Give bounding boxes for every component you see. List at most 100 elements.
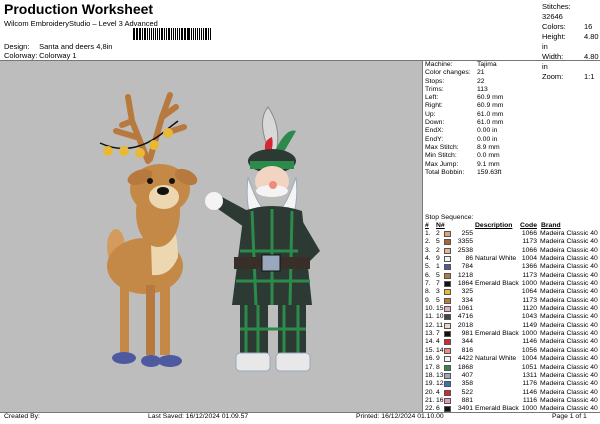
- info-label: Stops:: [425, 77, 445, 85]
- zoom-value: 1:1: [584, 72, 595, 81]
- stop-number: 20.: [425, 388, 435, 396]
- needle-number: 5: [436, 271, 440, 279]
- brand-code: 1004: [521, 255, 537, 263]
- stop-number: 2.: [425, 238, 431, 246]
- info-label: Max Jump:: [425, 160, 459, 168]
- info-row: Stops: 22: [425, 78, 503, 86]
- stop-row: 7. 7 1864 Emerald Black 1000 Madeira Classic …: [425, 280, 600, 288]
- thread-brand: Madeira Classic 40: [540, 288, 598, 296]
- needle-number: 14: [436, 346, 444, 354]
- stop-number: 7.: [425, 280, 431, 288]
- thread-brand: Madeira Classic 40: [540, 305, 598, 313]
- thread-description: [475, 238, 519, 246]
- thread-code: 325: [461, 288, 473, 296]
- info-row: Up: 61.0 mm: [425, 111, 503, 119]
- stop-row: 18. 13 407 1311 Madeira Classic 40: [425, 372, 600, 380]
- needle-number: 12: [436, 380, 444, 388]
- info-label: Max Stitch:: [425, 143, 459, 151]
- stop-number: 15.: [425, 346, 435, 354]
- thread-description: [475, 397, 519, 405]
- info-label: EndY:: [425, 135, 444, 143]
- info-value: 0.0 mm: [477, 152, 500, 160]
- page-title: Production Worksheet: [4, 1, 154, 17]
- thread-description: Natural White: [475, 355, 517, 363]
- colorway-value: Colorway 1: [39, 51, 77, 60]
- design-preview: [0, 61, 422, 412]
- brand-code: 1120: [522, 305, 537, 313]
- reindeer-figure: [99, 92, 198, 367]
- design-row: Design: Santa and deers 4,8in: [4, 42, 112, 51]
- needle-number: 4: [436, 388, 440, 396]
- col-description: Description: [475, 222, 513, 229]
- info-row: Right: 60.9 mm: [425, 102, 503, 110]
- panel-divider: [422, 61, 423, 412]
- color-swatch: [444, 264, 451, 271]
- stop-row: 21. 16 881 1116 Madeira Classic 40: [425, 397, 600, 405]
- thread-description: Emerald Black: [475, 330, 519, 338]
- printed-date: Printed: 16/12/2024 01.10.00: [356, 413, 444, 420]
- thread-description: [475, 380, 519, 388]
- thread-code: 86: [465, 255, 473, 263]
- stop-row: 12. 11 2018 1149 Madeira Classic 40: [425, 322, 600, 330]
- brand-code: 1043: [521, 313, 537, 321]
- colorway-row: Colorway: Colorway 1: [4, 51, 77, 60]
- stop-number: 12.: [425, 321, 435, 329]
- thread-brand: Madeira Classic 40: [540, 313, 598, 321]
- stop-number: 11.: [425, 313, 434, 321]
- needle-number: 4: [436, 338, 440, 346]
- needle-number: 7: [436, 280, 440, 288]
- info-label: Min Stitch:: [425, 152, 457, 160]
- thread-description: [475, 372, 519, 380]
- info-value: 21: [477, 69, 485, 77]
- needle-number: 13: [436, 371, 444, 379]
- brand-code: 1066: [521, 246, 537, 254]
- info-value: 8.9 mm: [477, 143, 500, 151]
- info-row: Color changes: 21: [425, 69, 503, 77]
- info-value: 61.0 mm: [477, 110, 504, 118]
- color-swatch: [444, 281, 451, 288]
- thread-description: [475, 347, 519, 355]
- info-value: 9.1 mm: [477, 160, 500, 168]
- stop-row: 11. 10 4716 1043 Madeira Classic 40: [425, 313, 600, 321]
- color-swatch: [444, 347, 451, 354]
- stop-row: 4. 9 86 Natural White 1004 Madeira Classic 40: [425, 255, 600, 263]
- color-swatch: [444, 397, 451, 404]
- stop-row: 17. 8 1868 1051 Madeira Classic 40: [425, 364, 600, 372]
- santa-figure: [205, 106, 320, 372]
- stop-number: 6.: [425, 271, 431, 279]
- needle-number: 5: [436, 296, 440, 304]
- color-swatch: [444, 389, 451, 396]
- thread-description: [475, 338, 519, 346]
- color-swatch: [444, 372, 451, 379]
- page-number: Page 1 of 1: [552, 413, 587, 420]
- stop-number: 9.: [425, 296, 431, 304]
- color-swatch: [444, 364, 451, 371]
- needle-number: 8: [436, 363, 440, 371]
- thread-code: 3355: [457, 238, 473, 246]
- zoom-label: Zoom:: [542, 72, 564, 81]
- col-code: Code: [520, 222, 537, 229]
- thread-code: 1864: [457, 280, 473, 288]
- colors-value: 16: [584, 22, 593, 31]
- stop-row: 15. 14 816 1056 Madeira Classic 40: [425, 347, 600, 355]
- color-swatch: [444, 381, 451, 388]
- needle-number: 9: [436, 255, 440, 263]
- brand-code: 1000: [521, 330, 537, 338]
- thread-code: 4422: [457, 355, 473, 363]
- stitches-label: Stitches:: [542, 2, 571, 11]
- stop-number: 13.: [425, 330, 435, 338]
- thread-code: 334: [461, 296, 473, 304]
- needle-number: 9: [436, 355, 440, 363]
- stop-number: 18.: [425, 371, 435, 379]
- thread-code: 2018: [457, 321, 473, 329]
- stop-row: 9. 5 334 1173 Madeira Classic 40: [425, 297, 600, 305]
- col-number: #: [425, 222, 429, 229]
- brand-code: 1116: [522, 396, 537, 404]
- info-label: Up:: [425, 110, 436, 118]
- stop-sequence: Stop Sequence: # N# Description Code Bra…: [425, 214, 600, 414]
- info-row: Down: 61.0 mm: [425, 119, 503, 127]
- thread-brand: Madeira Classic 40: [540, 396, 598, 404]
- brand-code: 1146: [522, 388, 537, 396]
- info-row: Left: 60.9 mm: [425, 94, 503, 102]
- thread-brand: Madeira Classic 40: [540, 271, 598, 279]
